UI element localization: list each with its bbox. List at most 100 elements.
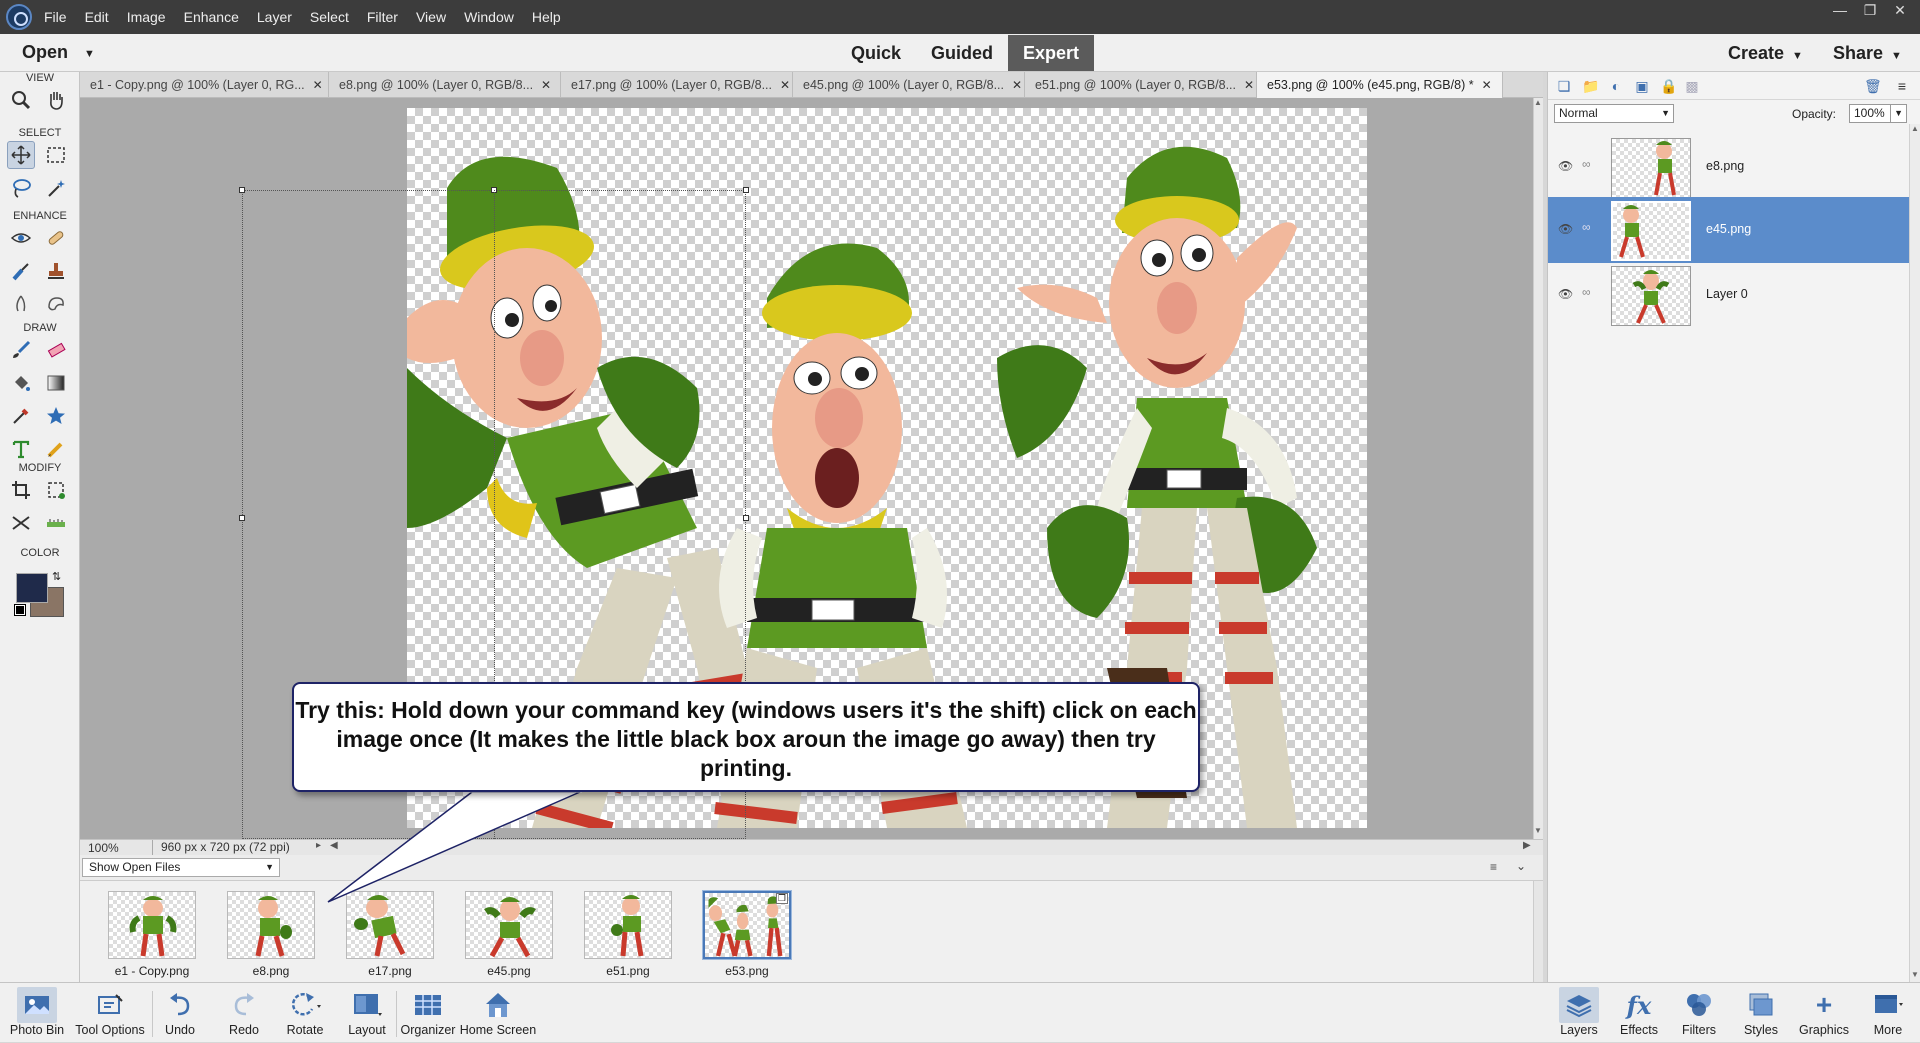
rotate-button[interactable]: Rotate — [280, 987, 330, 1043]
blur-tool[interactable] — [7, 290, 35, 318]
default-colors-icon[interactable] — [14, 604, 26, 616]
layer-row-e45[interactable]: 👁 ∞ e45.png — [1548, 197, 1920, 263]
scroll-up-icon[interactable]: ▲ — [1911, 124, 1919, 133]
move-tool[interactable] — [7, 141, 35, 169]
red-eye-tool[interactable] — [7, 224, 35, 252]
custom-shape-tool[interactable] — [42, 402, 70, 430]
bin-thumbnail-e1-copy[interactable]: e1 - Copy.png — [92, 891, 212, 978]
redo-button[interactable]: Redo — [222, 987, 266, 1043]
clone-stamp-tool[interactable] — [42, 257, 70, 285]
new-group-icon[interactable]: 📁 — [1582, 78, 1599, 94]
tab-e17[interactable]: e17.png @ 100% (Layer 0, RGB/8... ✕ — [561, 72, 793, 98]
scroll-down-icon[interactable]: ▼ — [1911, 970, 1919, 979]
close-icon[interactable]: ✕ — [541, 72, 551, 98]
brush-tool[interactable] — [7, 336, 35, 364]
sponge-tool[interactable] — [42, 290, 70, 318]
minimize-icon[interactable]: — — [1826, 0, 1854, 20]
menu-window[interactable]: Window — [464, 9, 514, 25]
graphics-button[interactable]: + Graphics — [1796, 987, 1852, 1043]
trash-icon[interactable]: 🗑 — [1864, 78, 1882, 94]
zoom-tool[interactable] — [7, 86, 35, 114]
recompose-tool[interactable] — [42, 476, 70, 504]
eyedropper-tool[interactable] — [7, 402, 35, 430]
transform-handle[interactable] — [743, 187, 749, 193]
foreground-color-swatch[interactable] — [16, 573, 48, 603]
transform-handle[interactable] — [743, 515, 749, 521]
mode-quick[interactable]: Quick — [836, 35, 916, 71]
opacity-input[interactable]: 100% ▼ — [1849, 104, 1907, 123]
type-tool[interactable] — [7, 435, 35, 463]
styles-button[interactable]: Styles — [1736, 987, 1786, 1043]
create-button[interactable]: Create ▼ — [1728, 43, 1803, 64]
transform-handle[interactable] — [239, 187, 245, 193]
open-dropdown-icon[interactable]: ▼ — [84, 48, 95, 60]
close-icon[interactable]: ✕ — [1482, 72, 1492, 98]
menu-select[interactable]: Select — [310, 9, 349, 25]
layer-row-layer-0[interactable]: 👁 ∞ Layer 0 — [1548, 262, 1920, 328]
eye-icon[interactable]: 👁 — [1558, 287, 1573, 301]
close-icon[interactable]: ✕ — [1886, 0, 1914, 20]
menu-image[interactable]: Image — [127, 9, 166, 25]
menu-enhance[interactable]: Enhance — [184, 9, 239, 25]
panel-menu-icon[interactable]: ≡ — [1894, 78, 1910, 94]
tab-e8[interactable]: e8.png @ 100% (Layer 0, RGB/8... ✕ — [329, 72, 561, 98]
close-icon[interactable]: ✕ — [780, 72, 790, 98]
close-icon[interactable]: ✕ — [1012, 72, 1022, 98]
blend-mode-dropdown[interactable]: Normal ▼ — [1554, 104, 1674, 123]
organizer-button[interactable]: Organizer — [398, 987, 458, 1043]
lock-all-icon[interactable]: 🔒 — [1660, 78, 1677, 94]
lock-transparency-icon[interactable]: ▩ — [1684, 78, 1700, 94]
bin-thumbnail-e8[interactable]: e8.png — [211, 891, 331, 978]
menu-help[interactable]: Help — [532, 9, 561, 25]
tool-options-button[interactable]: Tool Options — [72, 987, 148, 1043]
magic-wand-tool[interactable] — [42, 174, 70, 202]
swap-colors-icon[interactable]: ⇅ — [52, 570, 61, 583]
undo-button[interactable]: Undo — [158, 987, 202, 1043]
menu-view[interactable]: View — [416, 9, 446, 25]
effects-button[interactable]: fx Effects — [1614, 987, 1664, 1043]
paint-bucket-tool[interactable] — [7, 369, 35, 397]
scroll-up-icon[interactable]: ▲ — [1534, 98, 1542, 107]
share-button[interactable]: Share ▼ — [1833, 43, 1902, 64]
spot-healing-tool[interactable] — [42, 224, 70, 252]
home-screen-button[interactable]: Home Screen — [458, 987, 538, 1043]
bin-thumbnail-e53[interactable]: ❐ e53.png — [687, 890, 807, 978]
smart-brush-tool[interactable] — [7, 257, 35, 285]
restore-icon[interactable]: ❐ — [1856, 0, 1884, 20]
layers-scrollbar[interactable]: ▲ ▼ — [1909, 124, 1920, 982]
tab-e1-copy[interactable]: e1 - Copy.png @ 100% (Layer 0, RG... ✕ — [80, 72, 329, 98]
tab-e51[interactable]: e51.png @ 100% (Layer 0, RGB/8... ✕ — [1025, 72, 1257, 98]
straighten-tool[interactable] — [42, 509, 70, 537]
open-button[interactable]: Open — [22, 42, 68, 63]
crop-tool[interactable] — [7, 476, 35, 504]
transform-handle[interactable] — [239, 515, 245, 521]
link-icon[interactable]: ∞ — [1582, 157, 1591, 171]
tab-e45[interactable]: e45.png @ 100% (Layer 0, RGB/8... ✕ — [793, 72, 1025, 98]
menu-edit[interactable]: Edit — [85, 9, 109, 25]
gradient-tool[interactable] — [42, 369, 70, 397]
menu-layer[interactable]: Layer — [257, 9, 292, 25]
content-aware-move-tool[interactable] — [7, 509, 35, 537]
marquee-tool[interactable] — [42, 141, 70, 169]
filters-button[interactable]: Filters — [1674, 987, 1724, 1043]
adjustment-layer-icon[interactable]: ◐ — [1608, 78, 1624, 94]
layer-row-e8[interactable]: 👁 ∞ e8.png — [1548, 134, 1920, 200]
close-icon[interactable]: ✕ — [1244, 72, 1254, 98]
new-layer-icon[interactable]: ❏ — [1556, 78, 1572, 94]
canvas-vertical-scrollbar[interactable]: ▲ ▼ — [1533, 98, 1543, 839]
layers-panel-button[interactable]: Layers — [1554, 987, 1604, 1043]
mode-expert[interactable]: Expert — [1008, 35, 1095, 71]
bin-scrollbar[interactable] — [1533, 881, 1543, 983]
bin-menu-icon[interactable]: ≡ — [1490, 860, 1497, 874]
more-button[interactable]: More — [1864, 987, 1912, 1043]
hand-tool[interactable] — [42, 86, 70, 114]
link-icon[interactable]: ∞ — [1582, 220, 1591, 234]
close-icon[interactable]: ✕ — [313, 72, 323, 98]
menu-file[interactable]: File — [44, 9, 67, 25]
lasso-tool[interactable] — [7, 174, 35, 202]
mode-guided[interactable]: Guided — [916, 35, 1008, 71]
eraser-tool[interactable] — [42, 336, 70, 364]
layer-mask-icon[interactable]: ▣ — [1634, 78, 1650, 94]
link-icon[interactable]: ∞ — [1582, 285, 1591, 299]
scroll-right-icon[interactable]: ▶ — [1523, 840, 1531, 851]
